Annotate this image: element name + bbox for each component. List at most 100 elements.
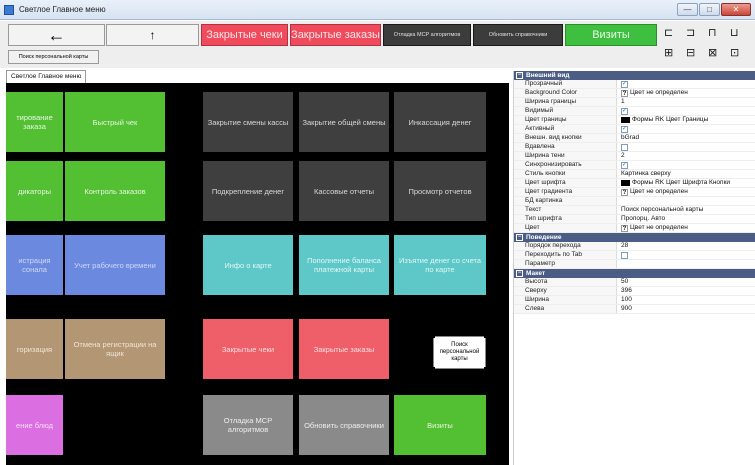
tile-card-withdrawal[interactable]: Изъятие денег со счета по карте — [394, 235, 486, 295]
property-row[interactable]: Синхронизировать ✓ — [514, 161, 755, 170]
property-value[interactable]: 28 — [617, 242, 755, 250]
design-canvas[interactable]: тирование заказа Быстрый чек Закрытие см… — [6, 83, 509, 465]
tile-refresh-references[interactable]: Обновить справочники — [299, 395, 389, 455]
property-row[interactable]: Background Color ? Цвет не определен — [514, 89, 755, 98]
property-row[interactable]: Цвет ? Цвет не определен — [514, 224, 755, 233]
align-left-icon[interactable]: ⊏ — [664, 26, 673, 39]
closed-orders-button[interactable]: Закрытые заказы — [290, 24, 381, 46]
refresh-references-button[interactable]: Обновить справочники — [473, 24, 563, 46]
property-row[interactable]: Текст Поиск персональной карты — [514, 206, 755, 215]
resize-handle[interactable] — [484, 334, 488, 338]
debug-msr-button[interactable]: Отладка MCP алгоритмов — [383, 24, 471, 46]
category-behavior[interactable]: − Поведение — [514, 233, 755, 242]
tile-visits[interactable]: Визиты — [394, 395, 486, 455]
property-row[interactable]: Ширина тени 2 — [514, 152, 755, 161]
tile-money-reinforcement[interactable]: Подкрепление денег — [203, 161, 293, 221]
tile-order-control[interactable]: Контроль заказов — [65, 161, 165, 221]
property-row[interactable]: Цвет шрифта Формы RK Цвет Шрифта Кнопки — [514, 179, 755, 188]
checkbox-unchecked[interactable] — [621, 143, 628, 151]
same-size-icon[interactable]: ⊞ — [664, 46, 673, 59]
property-row[interactable]: Порядок перехода 28 — [514, 242, 755, 251]
resize-handle[interactable] — [431, 334, 435, 338]
collapse-icon[interactable]: − — [516, 270, 523, 277]
property-row[interactable]: Цвет градиента ? Цвет не определен — [514, 188, 755, 197]
resize-handle[interactable] — [431, 367, 435, 371]
property-value[interactable]: 50 — [617, 278, 755, 286]
checkbox-unchecked[interactable] — [621, 251, 628, 259]
property-value[interactable]: Картинка сверху — [617, 170, 755, 178]
tile-debug-msr[interactable]: Отладка MCP алгоритмов — [203, 395, 293, 455]
collapse-icon[interactable]: − — [516, 72, 523, 79]
property-value[interactable] — [617, 197, 755, 205]
property-value[interactable] — [617, 260, 755, 268]
search-card-tile-selected[interactable]: Поиск персональной карты — [433, 336, 486, 369]
property-row[interactable]: Ширина 100 — [514, 296, 755, 305]
same-height-icon[interactable]: ⊠ — [708, 46, 717, 59]
tile-cancel-registration[interactable]: Отмена регистрации на ящик — [65, 319, 165, 379]
tile-dish-movement[interactable]: ение блюд — [6, 395, 63, 455]
tile-card-info[interactable]: Инфо о карте — [203, 235, 293, 295]
property-row[interactable]: Тип шрифта Пропорц. Авто — [514, 215, 755, 224]
visits-button[interactable]: Визиты — [565, 24, 657, 46]
tile-work-time[interactable]: Учет рабочего времени — [65, 235, 165, 295]
align-top-icon[interactable]: ⊓ — [708, 26, 717, 39]
property-row[interactable]: Активный ✓ — [514, 125, 755, 134]
collapse-icon[interactable]: − — [516, 234, 523, 241]
property-value[interactable]: 900 — [617, 305, 755, 313]
property-key: Стиль кнопки — [514, 170, 617, 178]
same-width-icon[interactable]: ⊟ — [686, 46, 695, 59]
category-appearance[interactable]: − Внешний вид — [514, 71, 755, 80]
property-row[interactable]: Вдавлена — [514, 143, 755, 152]
property-row[interactable]: Параметр — [514, 260, 755, 269]
property-value[interactable]: Пропорц. Авто — [617, 215, 755, 223]
up-button[interactable]: ↑ — [106, 24, 199, 46]
property-row[interactable]: Внешн. вид кнопки bGrad — [514, 134, 755, 143]
property-value[interactable]: bGrad — [617, 134, 755, 142]
closed-checks-button[interactable]: Закрытые чеки — [201, 24, 288, 46]
minimize-button[interactable]: — — [677, 3, 698, 16]
search-card-button[interactable]: Поиск персональной карты — [8, 50, 99, 64]
spacing-icon[interactable]: ⊡ — [730, 46, 739, 59]
maximize-button[interactable]: □ — [699, 3, 720, 16]
property-value[interactable]: 2 — [617, 152, 755, 160]
property-value[interactable]: 396 — [617, 287, 755, 295]
tab-main-menu[interactable]: Светлое Главное меню — [6, 70, 87, 83]
property-row[interactable]: Сверху 396 — [514, 287, 755, 296]
tile-staff-registration[interactable]: истрация сонала — [6, 235, 63, 295]
property-row[interactable]: БД картинка — [514, 197, 755, 206]
property-row[interactable]: Переходить по Tab — [514, 251, 755, 260]
align-right-icon[interactable]: ⊔ — [730, 26, 739, 39]
property-value[interactable]: 1 — [617, 98, 755, 106]
align-center-icon[interactable]: ⊐ — [686, 26, 695, 39]
property-value[interactable]: 100 — [617, 296, 755, 304]
checkbox-checked[interactable]: ✓ — [621, 107, 628, 115]
property-value[interactable]: Поиск персональной карты — [617, 206, 755, 214]
checkbox-checked[interactable]: ✓ — [621, 125, 628, 133]
tile-closed-orders[interactable]: Закрытые заказы — [299, 319, 389, 379]
checkbox-checked[interactable]: ✓ — [621, 161, 628, 169]
close-button[interactable]: ✕ — [721, 3, 751, 16]
checkbox-checked[interactable]: ✓ — [621, 80, 628, 88]
tile-indicators[interactable]: дикаторы — [6, 161, 63, 221]
property-row[interactable]: Видимый ✓ — [514, 107, 755, 116]
tile-close-cash-shift[interactable]: Закрытие смены кассы — [203, 92, 293, 152]
property-row[interactable]: Высота 50 — [514, 278, 755, 287]
resize-handle[interactable] — [484, 367, 488, 371]
category-layout[interactable]: − Макет — [514, 269, 755, 278]
tile-view-reports[interactable]: Просмотр отчетов — [394, 161, 486, 221]
tile-close-general-shift[interactable]: Закрытие общей смены — [299, 92, 389, 152]
tile-closed-checks[interactable]: Закрытые чеки — [203, 319, 293, 379]
tile-authorization[interactable]: горизация — [6, 319, 63, 379]
back-button[interactable]: ← — [8, 24, 105, 46]
property-row[interactable]: Цвет границы Формы RK Цвет Границы — [514, 116, 755, 125]
property-row[interactable]: Слева 900 — [514, 305, 755, 314]
property-row[interactable]: Стиль кнопки Картинка сверху — [514, 170, 755, 179]
property-row[interactable]: Прозрачный ✓ — [514, 80, 755, 89]
tile-order-edit[interactable]: тирование заказа — [6, 92, 63, 152]
tile-cash-reports[interactable]: Кассовые отчеты — [299, 161, 389, 221]
tile-card-topup[interactable]: Пополнение баланса платежной карты — [299, 235, 389, 295]
tile-quick-check[interactable]: Быстрый чек — [65, 92, 165, 152]
tile-cash-collection[interactable]: Инкассация денег — [394, 92, 486, 152]
property-row[interactable]: Ширина границы 1 — [514, 98, 755, 107]
property-value: Цвет не определен — [630, 89, 688, 96]
